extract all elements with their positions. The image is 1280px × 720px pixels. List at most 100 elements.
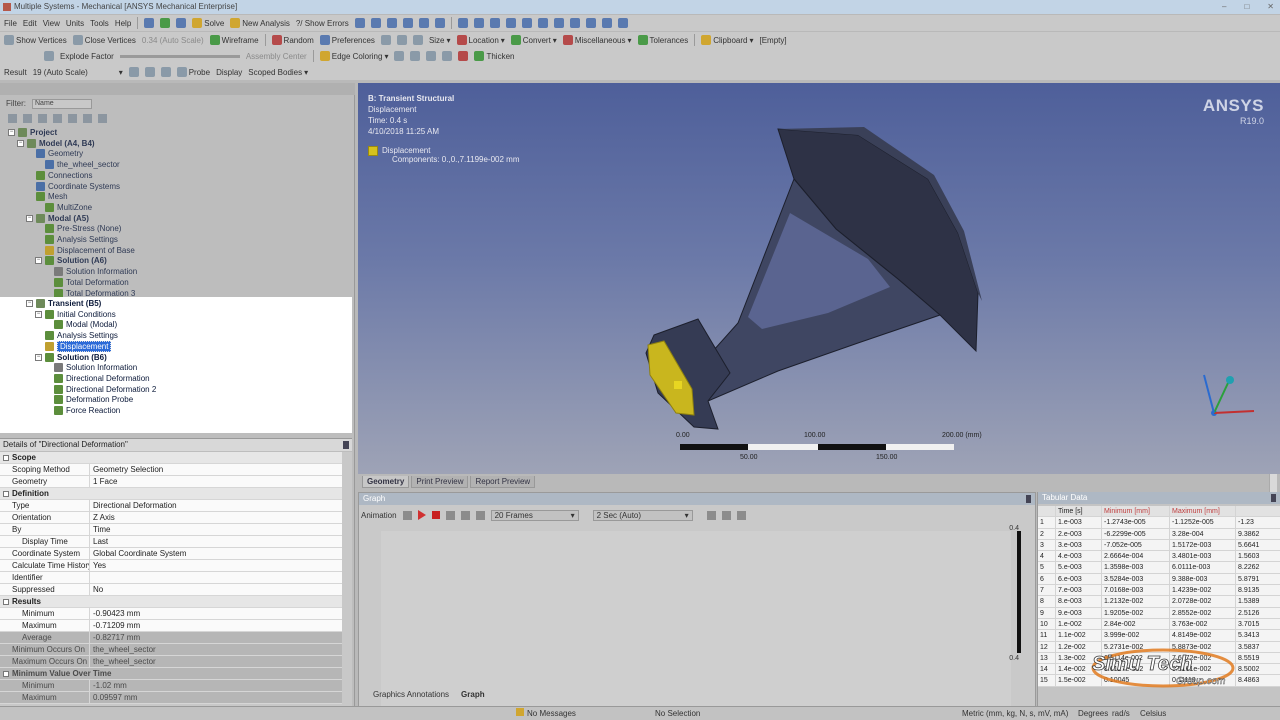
- menu-file[interactable]: File: [4, 19, 17, 28]
- details-row[interactable]: Type Directional Deformation: [0, 500, 342, 512]
- close-button[interactable]: ✕: [1267, 0, 1274, 14]
- preferences-button[interactable]: Preferences: [319, 35, 375, 45]
- details-row[interactable]: Maximum -0.71209 mm: [0, 620, 342, 632]
- tree-node[interactable]: − Solution (A6): [35, 255, 107, 266]
- next-frame-icon[interactable]: [445, 510, 455, 520]
- tree-node[interactable]: −the_wheel_sector: [35, 159, 120, 170]
- collapse-all-icon[interactable]: [23, 114, 32, 123]
- export-icon[interactable]: [706, 510, 716, 520]
- details-value[interactable]: 1 Face: [90, 476, 117, 488]
- tree-node[interactable]: −Analysis Settings: [35, 330, 118, 341]
- details-row[interactable]: Minimum -1.02 mm: [0, 680, 342, 692]
- tree-node[interactable]: −Deformation Probe: [44, 394, 133, 405]
- expand-toggle-icon[interactable]: −: [26, 300, 33, 307]
- angle-units-text[interactable]: Degrees: [1078, 708, 1108, 720]
- details-row[interactable]: Minimum -0.90423 mm: [0, 608, 342, 620]
- edges-icon[interactable]: [144, 67, 155, 77]
- previous-frame-icon[interactable]: [402, 510, 412, 520]
- minimize-button[interactable]: –: [1222, 0, 1226, 14]
- max-min-icon[interactable]: [160, 67, 171, 77]
- expand-toggle-icon[interactable]: −: [35, 310, 42, 318]
- menu-help[interactable]: Help: [115, 19, 131, 28]
- tabular-pin-icon[interactable]: [1271, 494, 1276, 502]
- previous-view-icon[interactable]: [569, 18, 580, 28]
- toolbar-icon-5[interactable]: [418, 18, 429, 28]
- expand-toggle-icon[interactable]: −: [17, 139, 24, 147]
- details-value[interactable]: the_wheel_sector: [90, 644, 156, 656]
- zoom-graph-icon[interactable]: [721, 510, 731, 520]
- details-value[interactable]: Geometry Selection: [90, 464, 163, 476]
- tree-node[interactable]: −Displacement of Base: [35, 245, 135, 256]
- table-icon[interactable]: [736, 510, 746, 520]
- sort-icon[interactable]: [98, 114, 107, 123]
- expand-toggle-icon[interactable]: −: [35, 353, 42, 361]
- time-marker[interactable]: [1017, 531, 1021, 653]
- details-value[interactable]: -0.71209 mm: [90, 620, 140, 632]
- details-value[interactable]: 0.09597 mm: [90, 692, 137, 704]
- next-icon[interactable]: [53, 114, 62, 123]
- column-header[interactable]: [1236, 506, 1280, 516]
- details-row[interactable]: Minimum Occurs On the_wheel_sector: [0, 644, 342, 656]
- table-row[interactable]: 3 3.e-003 -7.052e-005 1.5172e-003 5.6641: [1038, 539, 1280, 552]
- scoped-bodies-dropdown[interactable]: Scoped Bodies ▾: [248, 68, 308, 77]
- tree-node[interactable]: −Solution Information: [44, 362, 137, 373]
- result-sets-icon[interactable]: [475, 510, 485, 520]
- wireframe-toggle[interactable]: Wireframe: [209, 35, 259, 45]
- table-row[interactable]: 10 1.e-002 2.84e-002 3.763e-002 3.7015: [1038, 618, 1280, 631]
- details-value[interactable]: -1.02 mm: [90, 680, 127, 692]
- tree-node[interactable]: −Total Deformation: [44, 277, 129, 288]
- expand-toggle-icon[interactable]: −: [26, 214, 33, 222]
- edge-coloring-menu[interactable]: Edge Coloring ▾: [319, 51, 388, 61]
- graph-pin-icon[interactable]: [1026, 495, 1031, 503]
- edge-style-icon-4[interactable]: [442, 51, 453, 61]
- clipboard-menu[interactable]: Clipboard ▾: [701, 35, 753, 45]
- column-header[interactable]: [1038, 506, 1056, 517]
- details-value[interactable]: Z Axis: [90, 512, 115, 524]
- face-select-icon[interactable]: [412, 35, 423, 45]
- new-analysis-button[interactable]: New Analysis: [230, 18, 290, 28]
- table-row[interactable]: 5 5.e-003 1.3598e-003 6.0111e-003 8.2262: [1038, 562, 1280, 574]
- box-zoom-icon[interactable]: [521, 18, 532, 28]
- explode-slider[interactable]: [119, 54, 240, 58]
- filter-icon[interactable]: [83, 114, 92, 123]
- window-layout-icon[interactable]: [617, 18, 628, 28]
- graphics-viewport[interactable]: [358, 83, 1280, 474]
- play-icon[interactable]: [417, 510, 426, 520]
- details-row[interactable]: Orientation Z Axis: [0, 512, 342, 524]
- vertex-select-icon[interactable]: [380, 35, 391, 45]
- details-value[interactable]: Global Coordinate System: [90, 548, 186, 560]
- tolerances-button[interactable]: Tolerances: [637, 35, 688, 45]
- location-menu[interactable]: Location ▾: [456, 35, 505, 45]
- tab-report-preview[interactable]: Report Preview: [470, 476, 536, 488]
- rotational-units-text[interactable]: rad/s: [1112, 708, 1130, 720]
- menu-units[interactable]: Units: [66, 19, 84, 28]
- group-collapse-icon[interactable]: [3, 491, 9, 497]
- temperature-units-text[interactable]: Celsius: [1140, 708, 1166, 720]
- details-row[interactable]: By Time: [0, 524, 342, 536]
- details-value[interactable]: Time: [90, 524, 110, 536]
- tree-node[interactable]: − Initial Conditions: [35, 309, 116, 320]
- assembly-center-dropdown[interactable]: Assembly Center: [246, 52, 307, 61]
- tree-node[interactable]: −Geometry: [26, 148, 83, 159]
- toolbar-icon-1[interactable]: [354, 18, 365, 28]
- tab-graph[interactable]: Graph: [461, 690, 485, 699]
- folder-icon[interactable]: [68, 114, 77, 123]
- duration-dropdown[interactable]: 2 Sec (Auto) ▾: [592, 509, 693, 521]
- column-header[interactable]: Minimum [mm]: [1102, 506, 1170, 517]
- details-value[interactable]: Yes: [90, 560, 106, 572]
- details-row[interactable]: Geometry 1 Face: [0, 476, 342, 488]
- edge-style-icon-1[interactable]: [394, 51, 405, 61]
- details-row[interactable]: Coordinate System Global Coordinate Syste…: [0, 548, 342, 560]
- contour-icon[interactable]: [128, 67, 139, 77]
- show-vertices-toggle[interactable]: Show Vertices: [4, 35, 67, 45]
- tree-node[interactable]: −Connections: [26, 170, 92, 181]
- expand-toggle-icon[interactable]: −: [35, 257, 42, 265]
- tree-node[interactable]: − Modal (A5): [26, 213, 89, 224]
- edge-style-icon-3[interactable]: [426, 51, 437, 61]
- tree-node[interactable]: − Project: [8, 127, 57, 138]
- details-row[interactable]: Suppressed No: [0, 584, 342, 596]
- tree-node[interactable]: −Directional Deformation: [44, 373, 150, 384]
- isometric-view-icon[interactable]: [601, 18, 612, 28]
- filter-dropdown[interactable]: Name: [32, 98, 92, 109]
- tree-node[interactable]: −Pre-Stress (None): [35, 223, 121, 234]
